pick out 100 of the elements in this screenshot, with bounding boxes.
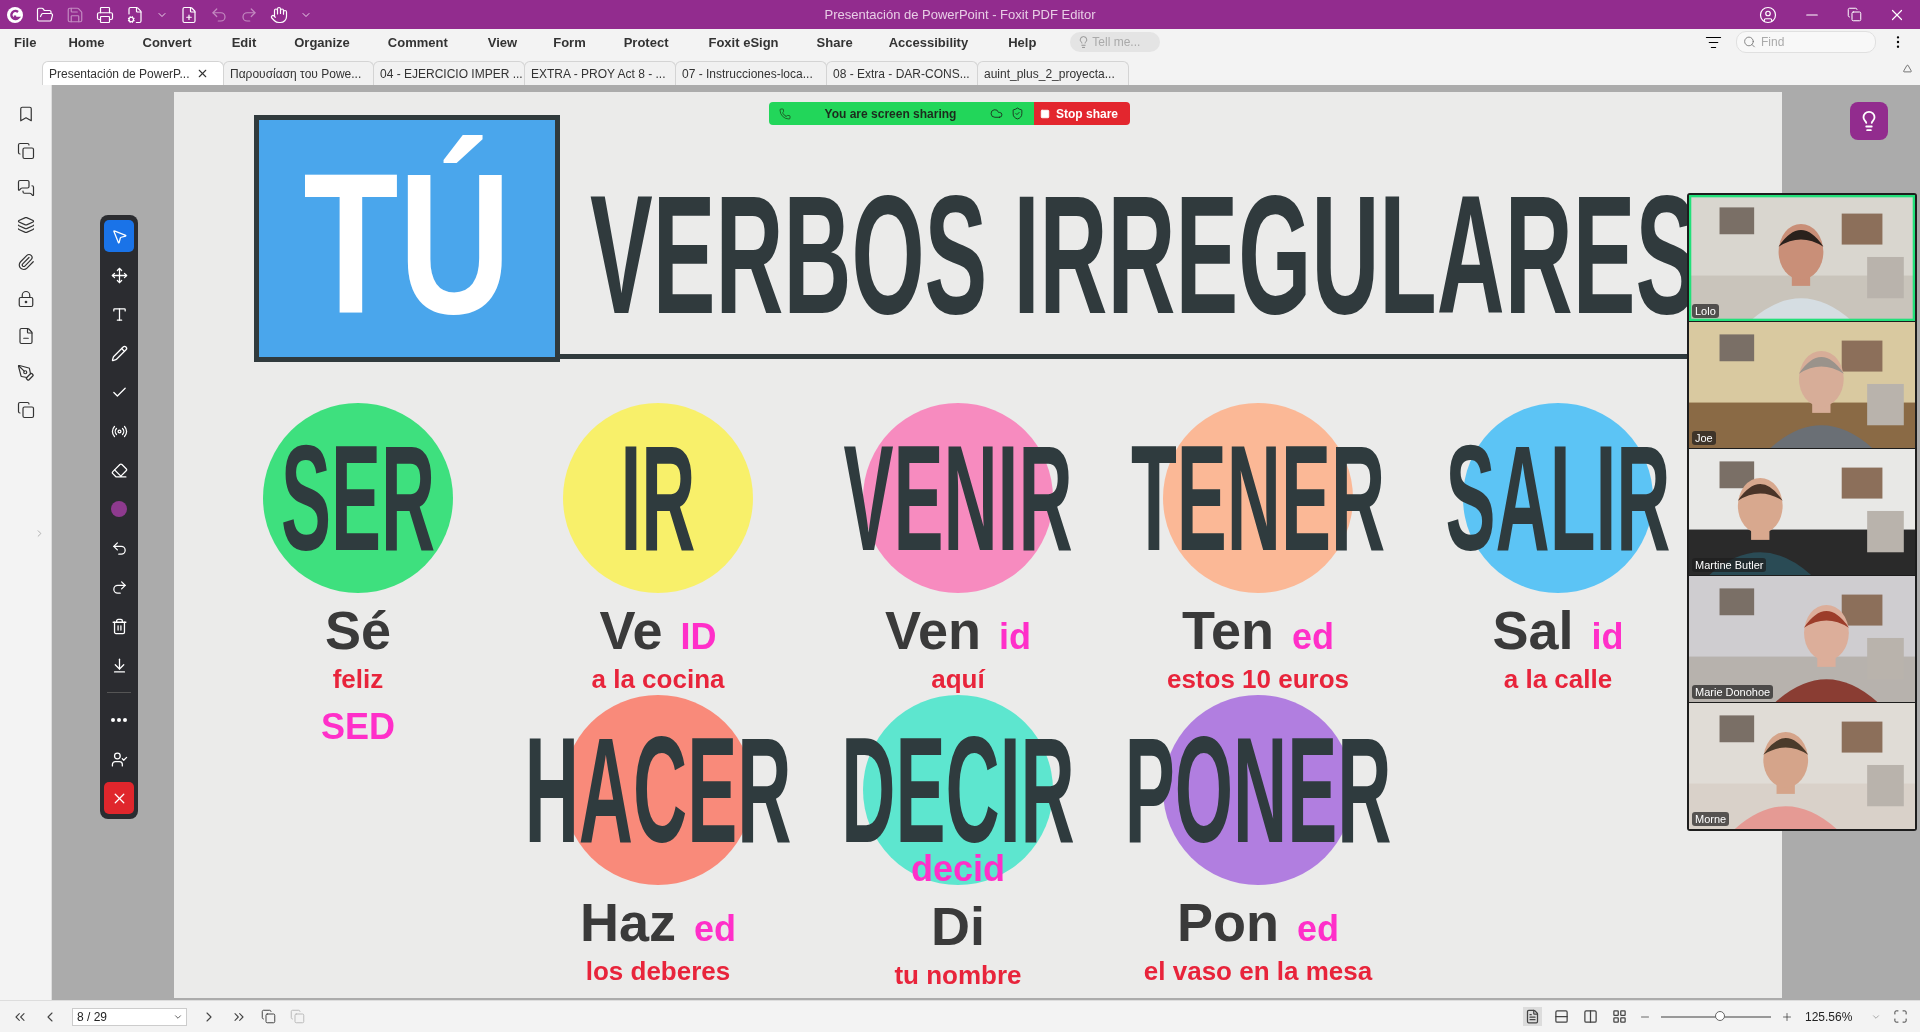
tab-label: Παρουσίαση του Powe... <box>230 66 362 81</box>
pencil-icon <box>110 344 128 362</box>
conjugation-text: Sé <box>324 601 392 661</box>
hand-icon[interactable] <box>270 5 288 24</box>
menu-item[interactable]: Accessibility <box>888 34 969 50</box>
grid-icon <box>1612 1009 1627 1024</box>
menu-item[interactable]: View <box>487 34 518 50</box>
handwritten-suffix: id <box>1591 616 1624 658</box>
menu-item[interactable]: Share <box>816 34 853 50</box>
stacked-squares-icon[interactable] <box>16 401 35 419</box>
new-file-icon[interactable] <box>180 5 198 24</box>
stop-share-button[interactable]: Stop share <box>1034 102 1130 125</box>
document-tab[interactable]: auint_plus_2_proyecta... <box>977 61 1129 85</box>
conjugation-text: Haz <box>579 893 676 953</box>
stop-icon <box>1040 108 1050 119</box>
tell-me-field[interactable]: Tell me... <box>1070 32 1161 52</box>
verb-infinitive: VENIR <box>843 423 1073 573</box>
menu-item[interactable]: Help <box>1008 34 1037 50</box>
participant-name: Martine Butler <box>1692 558 1767 572</box>
share-status-text: You are screen sharing <box>823 106 958 121</box>
menu-item[interactable]: Home <box>68 34 105 50</box>
tab-label: 07 - Instrucciones-loca... <box>682 66 813 81</box>
attachment-icon[interactable] <box>16 253 35 271</box>
pages-icon[interactable] <box>16 142 35 160</box>
copy-page-icon[interactable] <box>261 1009 276 1024</box>
more-icon <box>111 718 127 722</box>
example-phrase: a la cocina <box>591 664 725 696</box>
undo-icon <box>110 539 128 557</box>
window-title: Presentación de PowerPoint - Foxit PDF Editor <box>823 7 1097 22</box>
page-icon <box>1525 1009 1540 1024</box>
conjugation-text: Ve <box>599 601 663 661</box>
cloud-icon <box>990 107 1003 120</box>
redo-icon[interactable] <box>240 5 258 24</box>
comments-icon[interactable] <box>16 179 35 197</box>
zoom-in-icon[interactable] <box>1781 1010 1793 1023</box>
zoom-thumb[interactable] <box>1715 1010 1726 1021</box>
participant-name: Morne <box>1692 812 1730 826</box>
dropdown-icon[interactable] <box>1903 64 1912 73</box>
handwritten-suffix: ed <box>1292 616 1334 658</box>
restore-icon[interactable] <box>1847 7 1862 22</box>
facing-button[interactable] <box>1581 1007 1600 1026</box>
example-phrase: a la calle <box>1503 664 1613 696</box>
menu-item[interactable]: Protect <box>623 34 669 50</box>
eraser-icon <box>110 461 128 479</box>
menu-item[interactable]: Foxit eSign <box>708 34 779 50</box>
verb-infinitive: TENER <box>1130 423 1386 573</box>
rows-icon <box>1554 1009 1569 1024</box>
close-tool-button[interactable] <box>104 782 134 814</box>
example-phrase: aquí <box>931 664 985 696</box>
trash-icon <box>110 617 128 635</box>
folder-icon[interactable] <box>36 5 54 24</box>
conjugation-text: Sal <box>1492 601 1574 661</box>
fullscreen-icon[interactable] <box>1893 1009 1908 1024</box>
menu-item[interactable]: Convert <box>142 34 192 50</box>
participant-name: Marie Donohoe <box>1692 685 1774 699</box>
account-icon[interactable] <box>1759 5 1777 24</box>
lightbulb-button[interactable] <box>1850 102 1888 140</box>
layers-icon[interactable] <box>16 216 35 234</box>
color-swatch-icon <box>111 501 127 517</box>
menu-item[interactable]: File <box>14 34 37 50</box>
handwritten-suffix: ed <box>694 908 736 950</box>
example-phrase: los deberes <box>585 956 731 988</box>
single-page-button[interactable] <box>1523 1007 1542 1026</box>
example-phrase: estos 10 euros <box>1166 664 1350 696</box>
tab-label: Presentación de PowerP... <box>49 66 190 81</box>
tab-label: 08 - Extra - DAR-CONS... <box>833 66 970 81</box>
tab-label: 04 - EJERCICIO IMPER ... <box>380 66 523 81</box>
columns-icon <box>1583 1009 1598 1024</box>
menu-item[interactable]: Edit <box>231 34 257 50</box>
phone-icon <box>779 107 791 120</box>
continuous-button[interactable] <box>1552 1007 1571 1026</box>
undo-icon[interactable] <box>210 5 228 24</box>
participant-name: Joe <box>1692 431 1716 445</box>
menu-item[interactable]: Organize <box>294 34 350 50</box>
handwritten-suffix: ID <box>680 616 717 658</box>
text-icon <box>110 305 128 323</box>
file-settings-icon[interactable] <box>126 5 144 24</box>
verb-infinitive: IR <box>620 423 696 573</box>
menu-item[interactable]: Comment <box>387 34 448 50</box>
badge-text: TÚ <box>303 133 511 354</box>
pointer-tool-button[interactable] <box>104 220 134 252</box>
find-field[interactable]: Find <box>1736 31 1876 53</box>
handwritten-suffix: ed <box>1297 908 1339 950</box>
move-icon <box>110 266 128 284</box>
verb-infinitive: SER <box>280 423 436 573</box>
zoom-field[interactable]: 125.56% <box>1803 1007 1883 1026</box>
example-phrase: el vaso en la mesa <box>1143 956 1373 988</box>
document-icon[interactable] <box>16 327 35 345</box>
participant-name: Lolo <box>1692 304 1719 318</box>
menu-item[interactable]: Form <box>553 34 586 50</box>
grid-view-button[interactable] <box>1610 1007 1629 1026</box>
conjugation-text: Ven <box>884 601 982 661</box>
app-logo-icon <box>6 5 24 24</box>
handwritten-note: SED <box>321 707 395 747</box>
lock-icon[interactable] <box>16 290 35 308</box>
document-tab[interactable]: Presentación de PowerP... <box>42 61 224 85</box>
page-number-field[interactable]: 8 / 29 <box>72 1007 187 1026</box>
tab-label: EXTRA - PROY Act 8 - ... <box>531 66 666 81</box>
print-icon[interactable] <box>96 5 114 24</box>
pen-icon[interactable] <box>16 364 35 382</box>
